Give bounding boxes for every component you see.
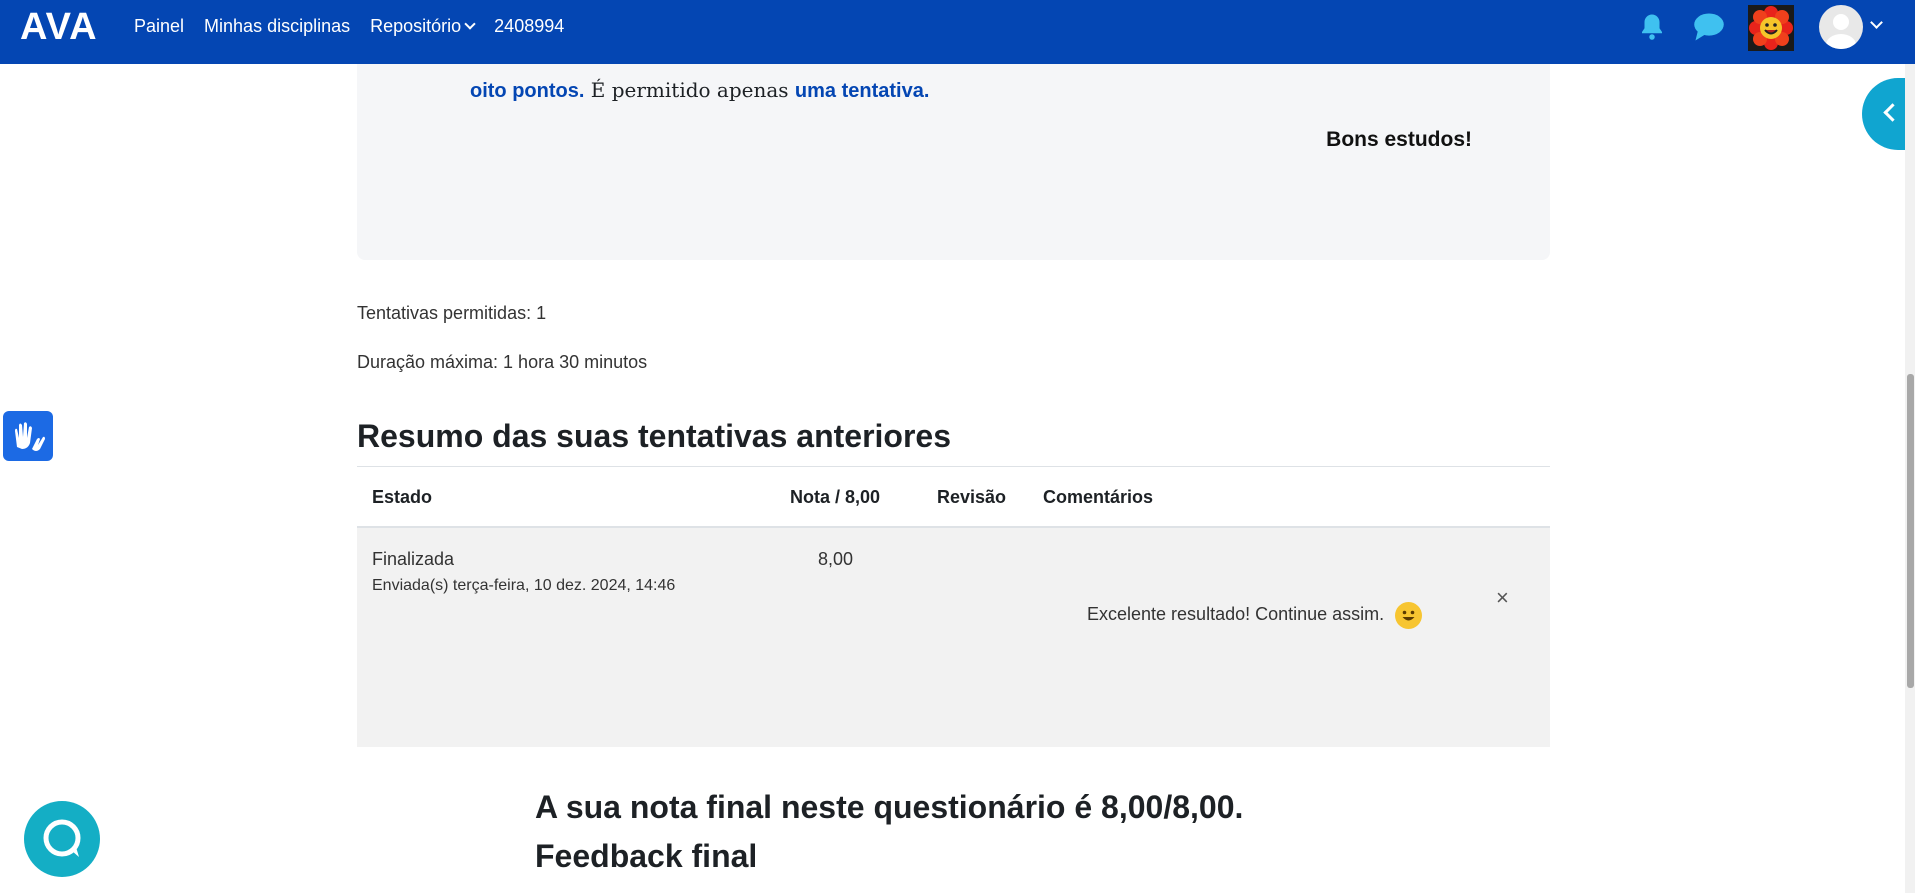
column-header-revisao: Revisão [937,487,1007,507]
primary-navigation: Painel Minhas disciplinas Repositório 24… [134,0,564,52]
column-header-estado: Estado [372,487,433,507]
chat-bubble-icon [43,819,81,857]
chat-icon[interactable] [1693,12,1725,42]
nav-repositorio[interactable]: Repositório [370,15,476,37]
intro-highlight-points: oito pontos. [470,80,585,102]
smiley-icon [1395,602,1422,629]
table-row: Finalizada Enviada(s) terça-feira, 10 de… [357,528,1550,747]
attempts-summary-title: Resumo das suas tentativas anteriores [357,418,952,454]
attempt-state: Finalizada [372,549,455,569]
flower-icon [1749,6,1793,50]
attempts-table: Estado Nota / 8,00 Revisão Comentários F… [357,466,1550,747]
column-header-comentarios: Comentários [1043,487,1154,507]
nav-minhas-disciplinas[interactable]: Minhas disciplinas [204,16,350,37]
user-avatar[interactable] [1819,5,1863,49]
max-duration: Duração máxima: 1 hora 30 minutos [357,352,648,372]
user-menu-chevron-icon[interactable] [1870,16,1883,29]
page-scrollbar-thumb[interactable] [1907,374,1914,688]
intro-highlight-attempt: uma tentativa. [794,80,930,102]
accessibility-sign-language-button[interactable] [3,411,53,461]
attempts-allowed: Tentativas permitidas: 1 [357,303,547,323]
user-icon [1826,14,1856,49]
final-feedback-heading: Feedback final [535,838,758,874]
brand-logo[interactable]: AVA [20,6,98,49]
nav-repositorio-label: Repositório [370,15,462,36]
nav-course-code[interactable]: 2408994 [494,16,564,37]
top-navbar: AVA Painel Minhas disciplinas Repositóri… [0,0,1915,64]
close-icon[interactable]: × [1496,585,1509,611]
table-header: Estado Nota / 8,00 Revisão Comentários [357,466,1550,528]
chevron-down-icon [464,17,476,30]
intro-closing: Bons estudos! [1326,128,1472,151]
quiz-intro-text: oito pontos. É permitido apenas uma tent… [470,76,1475,105]
intro-plain-text: É permitido apenas [584,78,795,102]
sign-language-hands-icon [15,422,45,451]
bell-icon[interactable] [1637,12,1667,42]
flower-emoji-icon[interactable] [1748,5,1794,51]
chat-support-button[interactable] [24,801,100,877]
attempt-comment: Excelente resultado! Continue assim. [1087,604,1385,624]
nav-painel[interactable]: Painel [134,16,184,37]
attempt-grade: 8,00 [818,549,854,569]
attempt-submitted-date: Enviada(s) terça-feira, 10 dez. 2024, 14… [372,577,676,594]
final-grade-heading: A sua nota final neste questionário é 8,… [535,789,1244,825]
column-header-nota: Nota / 8,00 [790,487,881,507]
